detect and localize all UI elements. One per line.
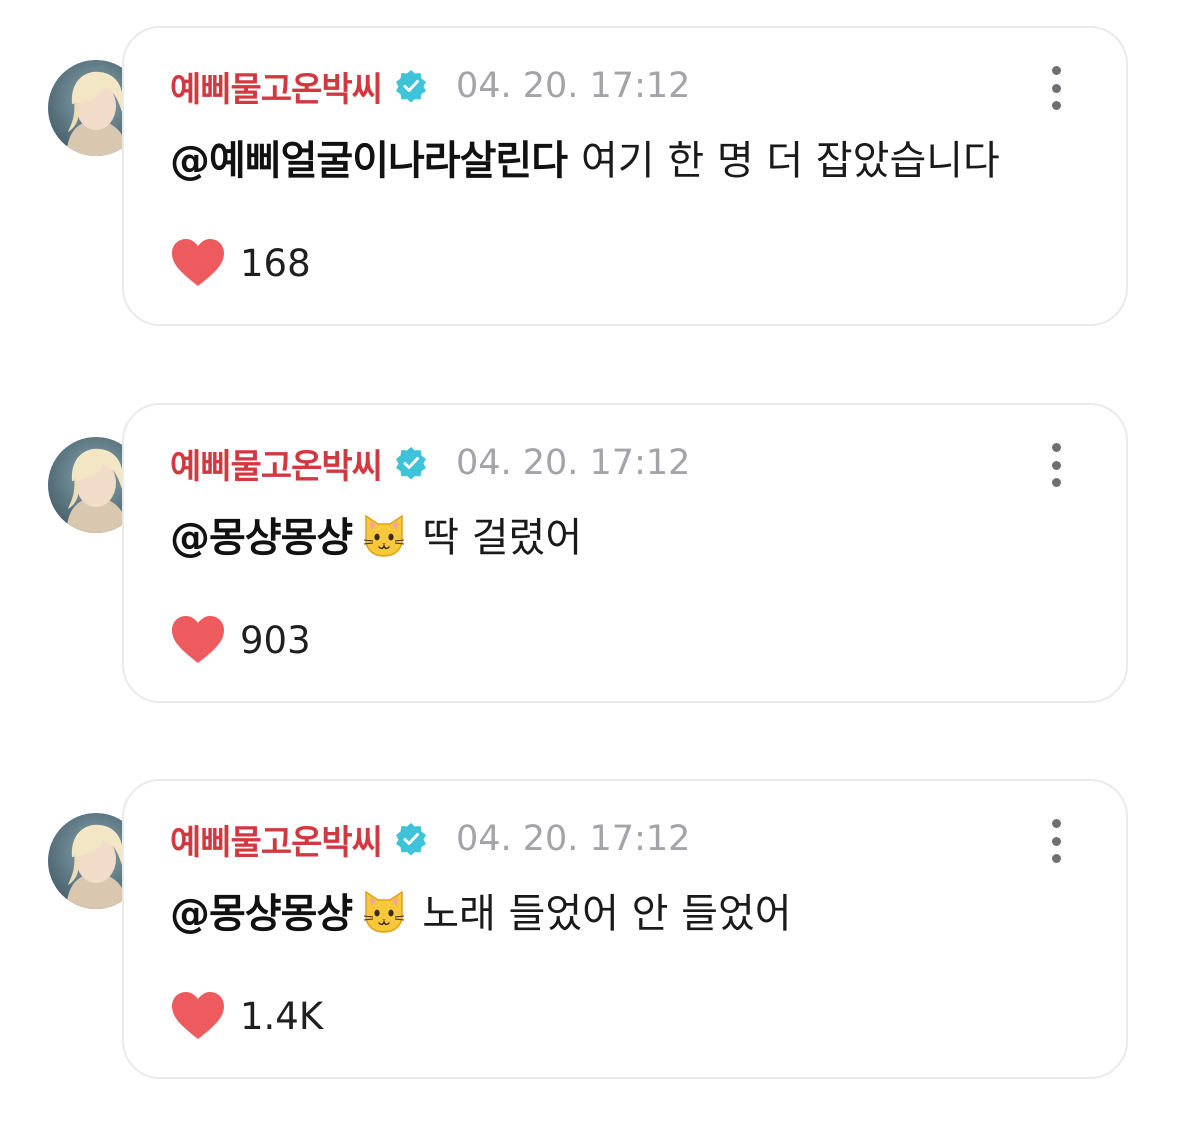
comment-text: 딱 걸렸어	[422, 515, 583, 561]
heart-icon[interactable]	[170, 991, 226, 1041]
username[interactable]: 예삐물고온박씨	[170, 62, 383, 111]
comment-message: @몽샹몽샹 노래 들었어 안 들었어	[170, 881, 792, 939]
comment-card: 예삐물고온박씨 04. 20. 17:12 @몽샹몽샹 딱 걸렸어 903	[122, 403, 1128, 703]
verified-badge-icon	[394, 69, 428, 103]
heart-icon[interactable]	[170, 238, 226, 288]
comment-card: 예삐물고온박씨 04. 20. 17:12 @예삐얼굴이나라살린다 여기 한 명…	[122, 26, 1128, 326]
mention-link[interactable]: @몽샹몽샹	[170, 881, 353, 939]
like-count: 903	[240, 618, 311, 662]
like-row: 903	[170, 615, 311, 665]
timestamp: 04. 20. 17:12	[455, 66, 691, 106]
timestamp: 04. 20. 17:12	[455, 443, 691, 483]
more-vertical-icon[interactable]	[1044, 66, 1068, 110]
comment-text: 여기 한 명 더 잡았습니다	[581, 138, 1000, 184]
comment-message: @몽샹몽샹 딱 걸렸어	[170, 505, 582, 563]
like-count: 1.4K	[240, 994, 324, 1038]
like-row: 168	[170, 238, 311, 288]
like-count: 168	[240, 241, 311, 285]
more-vertical-icon[interactable]	[1044, 819, 1068, 863]
cat-face-emoji	[360, 510, 408, 558]
more-vertical-icon[interactable]	[1044, 443, 1068, 487]
comment-header: 예삐물고온박씨 04. 20. 17:12	[170, 62, 691, 111]
verified-badge-icon	[394, 446, 428, 480]
mention-link[interactable]: @예삐얼굴이나라살린다	[170, 128, 568, 186]
comment-message: @예삐얼굴이나라살린다 여기 한 명 더 잡았습니다	[170, 128, 1000, 186]
comment-header: 예삐물고온박씨 04. 20. 17:12	[170, 815, 691, 864]
username[interactable]: 예삐물고온박씨	[170, 439, 383, 488]
like-row: 1.4K	[170, 991, 323, 1041]
verified-badge-icon	[394, 822, 428, 856]
username[interactable]: 예삐물고온박씨	[170, 815, 383, 864]
timestamp: 04. 20. 17:12	[455, 819, 691, 859]
heart-icon[interactable]	[170, 615, 226, 665]
mention-link[interactable]: @몽샹몽샹	[170, 505, 353, 563]
cat-face-emoji	[360, 886, 408, 934]
comment-header: 예삐물고온박씨 04. 20. 17:12	[170, 439, 691, 488]
comment-card: 예삐물고온박씨 04. 20. 17:12 @몽샹몽샹 노래 들었어 안 들었어	[122, 779, 1128, 1079]
comment-text: 노래 들었어 안 들었어	[422, 891, 792, 937]
